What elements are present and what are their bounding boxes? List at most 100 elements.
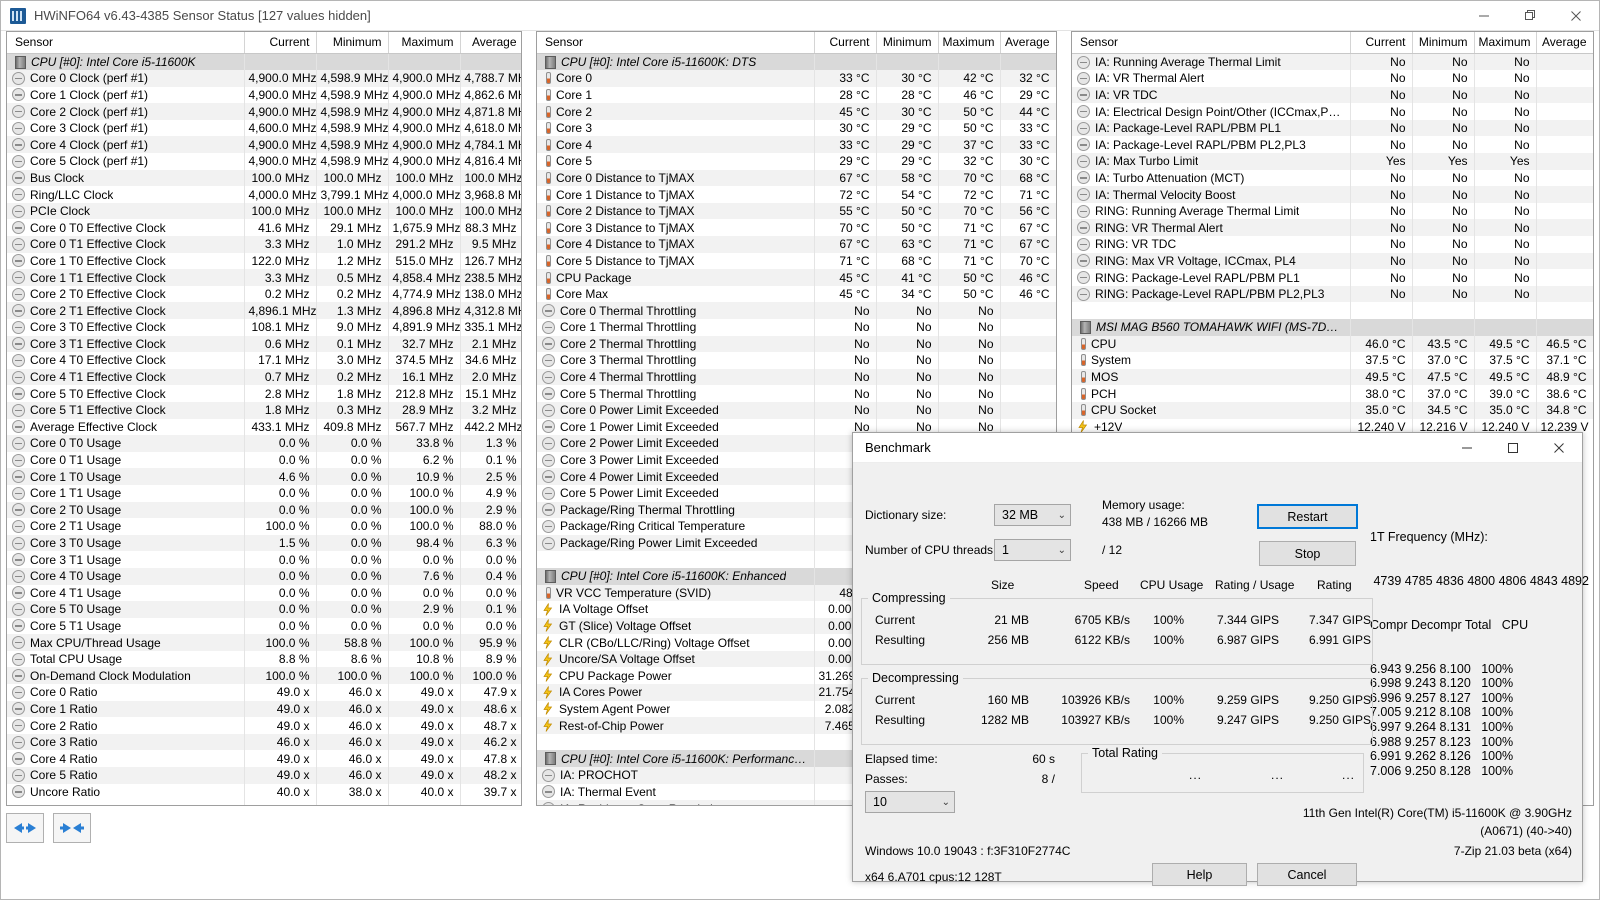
table-row[interactable]: Core 2 Clock (perf #1) 4,900.0 MHz 4,598.9… xyxy=(7,103,521,120)
table-row[interactable]: RING: Running Average Thermal Limit No No N… xyxy=(1072,202,1593,220)
table-row[interactable]: Core 1 T0 Usage 4.6 % 0.0 % 10.9 % 2.5 % xyxy=(7,468,521,485)
help-button[interactable]: Help xyxy=(1152,863,1247,886)
passes-select[interactable]: 10 ⌄ xyxy=(865,791,955,813)
table-row[interactable]: Core 0 T0 Effective Clock 41.6 MHz 29.1 MH… xyxy=(7,219,521,237)
table-row[interactable]: Core 3 Distance to TjMAX 70 °C 50 °C 71 °C 6… xyxy=(537,219,1056,237)
col-header-minimum[interactable]: Minimum xyxy=(876,32,939,54)
table-row[interactable]: IA: VR TDC No No No xyxy=(1072,86,1593,104)
table-row[interactable]: Core 3 T1 Effective Clock 0.6 MHz 0.1 MHz 3… xyxy=(7,335,521,353)
table-row[interactable]: Core 0 Ratio 49.0 x 46.0 x 49.0 x 47.9 x xyxy=(7,684,521,701)
table-row[interactable]: Core 2 45 °C 30 °C 50 °C 44 °C xyxy=(537,103,1056,120)
col-header-minimum[interactable]: Minimum xyxy=(316,32,389,54)
table-row[interactable]: Core 4 Distance to TjMAX 67 °C 63 °C 71 °C 6… xyxy=(537,236,1056,253)
cpu-threads-select[interactable]: 1 ⌄ xyxy=(994,539,1071,561)
collapse-columns-button[interactable] xyxy=(53,813,92,843)
table-row[interactable]: PCIe Clock 100.0 MHz 100.0 MHz 100.0 MHz 100… xyxy=(7,202,521,220)
table-row[interactable]: Core 1 T0 Effective Clock 122.0 MHz 1.2 MH… xyxy=(7,252,521,270)
table-row[interactable]: Core 2 T0 Usage 0.0 % 0.0 % 100.0 % 2.9 % xyxy=(7,501,521,519)
dictionary-size-select[interactable]: 32 MB ⌄ xyxy=(994,504,1071,526)
col-header-sensor[interactable]: Sensor xyxy=(7,32,245,54)
table-row[interactable]: Core 5 Clock (perf #1) 4,900.0 MHz 4,598.9… xyxy=(7,153,521,170)
benchmark-maximize-button[interactable] xyxy=(1490,433,1536,462)
table-row[interactable]: Core 3 T0 Usage 1.5 % 0.0 % 98.4 % 6.3 % xyxy=(7,534,521,552)
table-row[interactable]: IA: Package-Level RAPL/PBM PL2,PL3 No No No xyxy=(1072,136,1593,154)
stop-button[interactable]: Stop xyxy=(1259,541,1356,566)
table-row[interactable]: System 37.5 °C 37.0 °C 37.5 °C 37.1 °C xyxy=(1072,352,1593,369)
table-row[interactable]: CPU Socket 35.0 °C 34.5 °C 35.0 °C 34.8 °C xyxy=(1072,401,1593,419)
table-row[interactable]: Core 4 Thermal Throttling No No No xyxy=(537,368,1056,386)
table-row[interactable]: Core 5 Thermal Throttling No No No xyxy=(537,385,1056,402)
table-row[interactable]: MOS 49.5 °C 47.5 °C 49.5 °C 48.9 °C xyxy=(1072,368,1593,386)
table-row[interactable]: Core 3 Thermal Throttling No No No xyxy=(537,352,1056,369)
table-row[interactable]: Core 5 T1 Usage 0.0 % 0.0 % 0.0 % 0.0 % xyxy=(7,617,521,635)
table-row[interactable]: Core 1 T1 Effective Clock 3.3 MHz 0.5 MHz 4… xyxy=(7,269,521,286)
table-row[interactable]: Core 4 T0 Usage 0.0 % 0.0 % 7.6 % 0.4 % xyxy=(7,567,521,585)
table-row[interactable]: RING: VR TDC No No No xyxy=(1072,236,1593,253)
table-row[interactable]: IA: Running Average Thermal Limit No No No xyxy=(1072,53,1593,71)
col-header-sensor[interactable]: Sensor xyxy=(1072,32,1351,54)
table-row[interactable]: Core 5 Ratio 49.0 x 46.0 x 49.0 x 48.2 x xyxy=(7,767,521,784)
table-row[interactable]: Core 4 Ratio 49.0 x 46.0 x 49.0 x 47.8 x xyxy=(7,750,521,768)
table-row[interactable]: Core 5 T1 Effective Clock 1.8 MHz 0.3 MHz 2… xyxy=(7,401,521,419)
table-row[interactable]: Core 0 Distance to TjMAX 67 °C 58 °C 70 °C 6… xyxy=(537,169,1056,187)
col-header-current[interactable]: Current xyxy=(1350,32,1413,54)
table-row[interactable]: Core 2 T0 Effective Clock 0.2 MHz 0.2 MHz 4… xyxy=(7,285,521,303)
sensor-group-row[interactable]: CPU [#0]: Intel Core i5-11600K: DTS xyxy=(537,53,1056,71)
sensor-group-row[interactable]: MSI MAG B560 TOMAHAWK WIFI (MS-7D15) (Nu… xyxy=(1072,319,1593,336)
col-header-maximum[interactable]: Maximum xyxy=(1474,32,1537,54)
restart-button[interactable]: Restart xyxy=(1257,504,1358,529)
table-row[interactable]: Core 4 T1 Effective Clock 0.7 MHz 0.2 MHz 1… xyxy=(7,368,521,386)
table-row[interactable]: Core 2 T1 Effective Clock 4,896.1 MHz 1.3 … xyxy=(7,302,521,319)
table-row[interactable]: Core 0 Power Limit Exceeded No No No xyxy=(537,401,1056,419)
col-header-average[interactable]: Average xyxy=(1536,32,1593,54)
table-row[interactable]: Core 2 Ratio 49.0 x 46.0 x 49.0 x 48.7 x xyxy=(7,717,521,734)
table-row[interactable]: Core 1 28 °C 28 °C 46 °C 29 °C xyxy=(537,86,1056,104)
expand-columns-button[interactable] xyxy=(6,813,44,843)
table-row[interactable]: IA: Package-Level RAPL/PBM PL1 No No No xyxy=(1072,119,1593,137)
benchmark-minimize-button[interactable] xyxy=(1444,433,1490,462)
table-row[interactable]: Core 0 T1 Effective Clock 3.3 MHz 1.0 MHz 2… xyxy=(7,236,521,253)
table-row[interactable]: Core 5 T0 Effective Clock 2.8 MHz 1.8 MHz 2… xyxy=(7,385,521,402)
table-row[interactable]: IA: Max Turbo Limit Yes Yes Yes xyxy=(1072,153,1593,170)
col-header-current[interactable]: Current xyxy=(244,32,317,54)
table-row[interactable]: Ring/LLC Clock 4,000.0 MHz 3,799.1 MHz 4,00… xyxy=(7,186,521,203)
table-row[interactable]: Core 0 T1 Usage 0.0 % 0.0 % 6.2 % 0.1 % xyxy=(7,451,521,469)
table-row[interactable]: RING: VR Thermal Alert No No No xyxy=(1072,219,1593,237)
table-row[interactable]: IA: Thermal Velocity Boost No No No xyxy=(1072,186,1593,203)
table-row[interactable]: Core 5 Distance to TjMAX 71 °C 68 °C 71 °C 7… xyxy=(537,252,1056,270)
table-row[interactable]: On-Demand Clock Modulation 100.0 % 100.0 %… xyxy=(7,667,521,685)
col-header-maximum[interactable]: Maximum xyxy=(938,32,1001,54)
col-header-average[interactable]: Average xyxy=(1000,32,1056,54)
table-row[interactable]: Bus Clock 100.0 MHz 100.0 MHz 100.0 MHz 100.… xyxy=(7,169,521,187)
col-header-minimum[interactable]: Minimum xyxy=(1412,32,1475,54)
cancel-button[interactable]: Cancel xyxy=(1257,863,1357,886)
col-header-sensor[interactable]: Sensor xyxy=(537,32,815,54)
table-row[interactable]: IA: Electrical Design Point/Other (ICCma… xyxy=(1072,103,1593,120)
table-row[interactable]: Uncore Ratio 40.0 x 38.0 x 40.0 x 39.7 x xyxy=(7,783,521,801)
table-row[interactable]: Core 1 Ratio 49.0 x 46.0 x 49.0 x 48.6 x xyxy=(7,700,521,718)
table-row[interactable]: Core 0 33 °C 30 °C 42 °C 32 °C xyxy=(537,70,1056,87)
minimize-button[interactable] xyxy=(1461,1,1507,30)
table-row[interactable]: Core 3 30 °C 29 °C 50 °C 33 °C xyxy=(537,119,1056,137)
close-button[interactable] xyxy=(1553,1,1599,30)
table-row[interactable]: RING: Package-Level RAPL/PBM PL1 No No No xyxy=(1072,269,1593,286)
table-row[interactable]: Core 5 29 °C 29 °C 32 °C 30 °C xyxy=(537,153,1056,170)
table-row[interactable]: Average Effective Clock 433.1 MHz 409.8 MH… xyxy=(7,418,521,436)
table-row[interactable]: CPU Package 45 °C 41 °C 50 °C 46 °C xyxy=(537,269,1056,286)
table-row[interactable]: Core 2 Thermal Throttling No No No xyxy=(537,335,1056,353)
table-row[interactable]: Core 1 T1 Usage 0.0 % 0.0 % 100.0 % 4.9 % xyxy=(7,484,521,502)
table-row[interactable]: Core 0 Thermal Throttling No No No xyxy=(537,302,1056,319)
table-row[interactable]: Core 3 T1 Usage 0.0 % 0.0 % 0.0 % 0.0 % xyxy=(7,551,521,568)
table-row[interactable]: Core 1 Thermal Throttling No No No xyxy=(537,319,1056,336)
table-row[interactable]: IA: Turbo Attenuation (MCT) No No No xyxy=(1072,169,1593,187)
table-row[interactable]: CPU 46.0 °C 43.5 °C 49.5 °C 46.5 °C xyxy=(1072,335,1593,353)
col-header-average[interactable]: Average xyxy=(460,32,521,54)
col-header-maximum[interactable]: Maximum xyxy=(388,32,461,54)
table-row[interactable]: Core 3 T0 Effective Clock 108.1 MHz 9.0 MH… xyxy=(7,319,521,336)
table-row[interactable]: Core Max 45 °C 34 °C 50 °C 46 °C xyxy=(537,285,1056,303)
table-row[interactable]: RING: Package-Level RAPL/PBM PL2,PL3 No No… xyxy=(1072,285,1593,303)
table-row[interactable]: PCH 38.0 °C 37.0 °C 39.0 °C 38.6 °C xyxy=(1072,385,1593,402)
table-row[interactable]: Core 3 Clock (perf #1) 4,600.0 MHz 4,598.9… xyxy=(7,119,521,137)
table-row[interactable]: Core 2 T1 Usage 100.0 % 0.0 % 100.0 % 88.0 % xyxy=(7,518,521,535)
table-row[interactable]: Core 5 T0 Usage 0.0 % 0.0 % 2.9 % 0.1 % xyxy=(7,601,521,618)
